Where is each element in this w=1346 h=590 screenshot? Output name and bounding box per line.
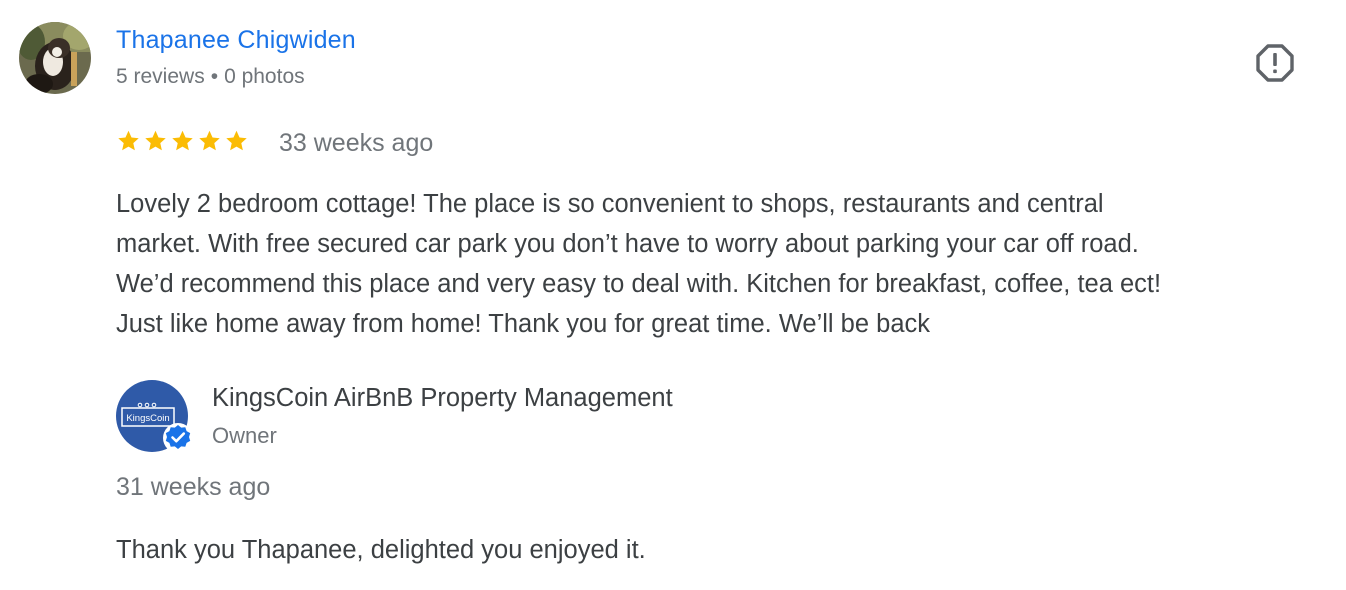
- star-icon: [226, 130, 247, 151]
- review-text-line: Just like home away from home! Thank you…: [116, 310, 930, 338]
- reviewer-name-link[interactable]: Thapanee Chigwiden: [116, 26, 356, 55]
- report-review-button[interactable]: [1254, 42, 1296, 84]
- review-text-line: We’d recommend this place and very easy …: [116, 270, 1162, 298]
- meta-separator: •: [210, 65, 219, 88]
- star-icon: [118, 130, 139, 151]
- response-text: Thank you Thapanee, delighted you enjoye…: [116, 536, 646, 564]
- owner-name: KingsCoin AirBnB Property Management: [212, 384, 673, 412]
- star-rating: [116, 128, 249, 158]
- reviewer-meta[interactable]: 5 reviews • 0 photos: [116, 65, 305, 89]
- photos-count: 0 photos: [224, 65, 305, 88]
- review-text: Lovely 2 bedroom cottage! The place is s…: [116, 184, 1316, 344]
- verified-check-icon: [163, 423, 193, 453]
- owner-avatar[interactable]: KingsCoin: [116, 380, 193, 453]
- star-icon: [172, 130, 193, 151]
- reviews-count: 5 reviews: [116, 65, 205, 88]
- profile-photo-icon: [19, 22, 91, 94]
- review-date: 33 weeks ago: [279, 129, 434, 157]
- review-text-line: Lovely 2 bedroom cottage! The place is s…: [116, 190, 1104, 218]
- response-date: 31 weeks ago: [116, 473, 271, 501]
- review-text-line: market. With free secured car park you d…: [116, 230, 1139, 258]
- owner-role: Owner: [212, 423, 277, 448]
- star-icon: [199, 130, 220, 151]
- star-icon: [145, 130, 166, 151]
- report-flag-icon: [1256, 44, 1294, 82]
- reviewer-avatar[interactable]: [19, 22, 91, 94]
- review-card: Thapanee Chigwiden 5 reviews • 0 photos 33…: [0, 0, 1346, 590]
